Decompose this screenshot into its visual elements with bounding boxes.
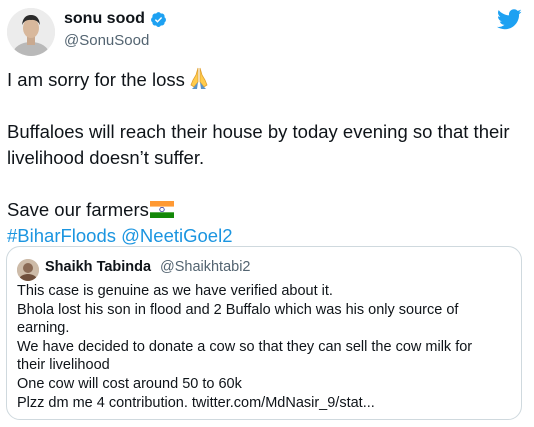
quoted-author-avatar[interactable] [17,259,39,281]
quoted-line: their livelihood [17,357,110,374]
quoted-line: This case is genuine as we have verified… [17,283,333,299]
author-name-text: sonu sood [64,10,145,27]
hashtag-link[interactable]: #BiharFloods [7,225,116,246]
quoted-line: earning. [17,320,70,337]
tweet-line-3: livelihood doesn’t suffer. [7,147,205,168]
folded-hands-icon [190,67,208,89]
quoted-tweet[interactable]: Shaikh Tabinda @Shaikhtabi2 This case is… [6,246,522,420]
quoted-author-name[interactable]: Shaikh Tabinda [45,259,151,275]
quoted-author-handle[interactable]: @Shaikhtabi2 [160,259,251,275]
mention-link[interactable]: @NeetiGoel2 [121,225,232,246]
twitter-bird-icon[interactable] [497,9,522,30]
author-avatar[interactable] [7,8,55,56]
tweet-line-4: Save our farmers [7,197,527,223]
tweet-line-1: I am sorry for the loss [7,67,527,93]
verified-badge-icon [150,11,166,27]
tweet-line-1-text: I am sorry for the loss [7,69,185,90]
tweet-line-4-text: Save our farmers [7,199,149,220]
author-name[interactable]: sonu sood [64,10,167,28]
tweet-card: sonu sood @SonuSood I am sorry for the l… [0,0,534,427]
quoted-line: Plzz dm me 4 contribution. twitter.com/M… [17,394,375,411]
quoted-line: We have decided to donate a cow so that … [17,338,473,355]
avatar-image [7,8,55,56]
tweet-line-2: Buffaloes will reach their house by toda… [7,121,510,142]
quoted-tweet-body: This case is genuine as we have verified… [17,282,517,412]
author-handle[interactable]: @SonuSood [64,32,149,49]
quoted-line: One cow will cost around 50 to 60k [17,375,242,392]
tweet-body: I am sorry for the loss Buffaloes will r… [7,67,527,249]
india-flag-icon [149,201,174,218]
quoted-avatar-image [17,259,39,281]
quoted-line: Bhola lost his son in flood and 2 Buffal… [17,301,459,318]
